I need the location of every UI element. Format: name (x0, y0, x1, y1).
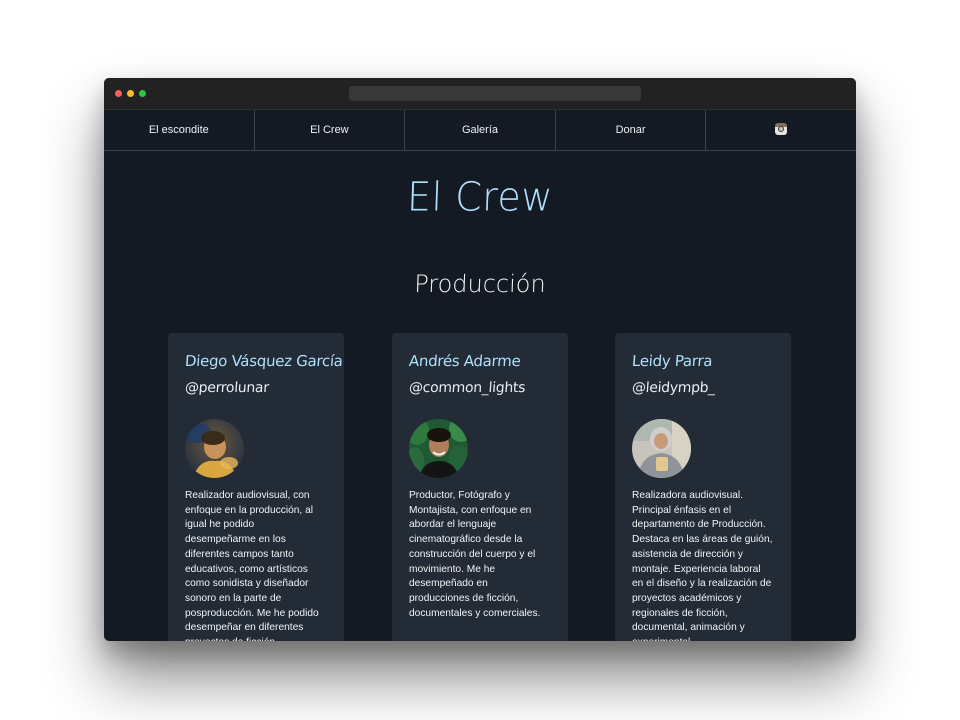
crew-card-andres: Andrés Adarme @common_lights Productor, … (392, 333, 568, 641)
crew-name: Diego Vásquez García (184, 352, 344, 370)
minimize-window-dot-icon[interactable] (127, 90, 134, 97)
nav-item-donar[interactable]: Donar (556, 110, 707, 150)
crew-bio: Realizadora audiovisual. Principal énfas… (632, 490, 773, 641)
crew-handle[interactable]: @leidympb_ (631, 380, 715, 396)
crew-bio: Realizador audiovisual, con enfoque en l… (185, 490, 319, 641)
avatar (409, 419, 468, 478)
crew-card-leidy: Leidy Parra @leidympb_ Realizadora audio… (615, 333, 791, 641)
nav-item-el-crew[interactable]: El Crew (255, 110, 406, 150)
avatar (632, 419, 691, 478)
instagram-icon (775, 122, 788, 135)
section-title: Producción (413, 270, 547, 298)
crew-name: Leidy Parra (631, 352, 713, 370)
page-content: El Crew Producción Diego Vásquez García … (104, 151, 856, 641)
screenshot-stage: El escondite El Crew Galería Donar El Cr… (0, 0, 960, 720)
avatar-photo-icon (185, 419, 244, 478)
crew-card-diego: Diego Vásquez García @perrolunar Realiza… (168, 333, 344, 641)
address-bar[interactable] (349, 86, 641, 101)
avatar-photo-icon (632, 419, 691, 478)
crew-handle[interactable]: @perrolunar (184, 380, 269, 396)
nav-item-galeria[interactable]: Galería (405, 110, 556, 150)
page-title: El Crew (406, 173, 554, 221)
main-navigation: El escondite El Crew Galería Donar (104, 110, 856, 151)
browser-window: El escondite El Crew Galería Donar El Cr… (104, 78, 856, 641)
browser-titlebar (104, 78, 856, 110)
avatar-photo-icon (409, 419, 468, 478)
crew-bio: Productor, Fotógrafo y Montajista, con e… (409, 490, 541, 619)
nav-item-instagram[interactable] (706, 110, 856, 150)
maximize-window-dot-icon[interactable] (139, 90, 146, 97)
crew-handle[interactable]: @common_lights (408, 380, 525, 396)
avatar (185, 419, 244, 478)
close-window-dot-icon[interactable] (115, 90, 122, 97)
nav-item-el-escondite[interactable]: El escondite (104, 110, 255, 150)
crew-name: Andrés Adarme (408, 352, 522, 370)
